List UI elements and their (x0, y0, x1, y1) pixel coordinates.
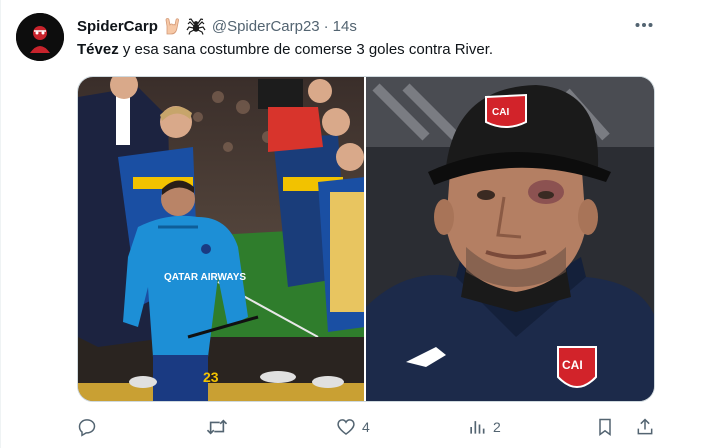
photo-boca-players[interactable]: 23 QATAR AIRWAYS (78, 77, 364, 401)
views-button[interactable]: 2 (467, 412, 501, 442)
display-name[interactable]: SpiderCarp (77, 18, 158, 35)
bookmark-icon (599, 418, 611, 436)
separator-dot: · (323, 17, 329, 35)
tweet-text-body: y esa sana costumbre de comerse 3 goles … (118, 41, 494, 58)
tweet-text-bold: Tévez (77, 41, 119, 58)
tweet-card[interactable]: SpiderCarp @SpiderCarp23 · 14s Tévez y e… (0, 0, 719, 448)
reply-icon (78, 419, 96, 437)
sponsor-text: QATAR AIRWAYS (164, 272, 246, 283)
retweet-icon (206, 419, 228, 435)
retweet-button[interactable] (206, 412, 234, 442)
media-grid: 23 QATAR AIRWAYS CAI CAI (77, 76, 655, 402)
jersey-number: 23 (203, 369, 219, 385)
more-options-button[interactable] (627, 12, 661, 38)
share-icon (637, 418, 653, 435)
avatar[interactable] (16, 13, 64, 61)
timestamp[interactable]: 14s (333, 18, 357, 35)
share-button[interactable] (635, 412, 655, 442)
like-button[interactable]: 4 (336, 412, 370, 442)
analytics-icon (470, 421, 485, 434)
cap-crest-text: CAI (492, 107, 509, 118)
user-handle[interactable]: @SpiderCarp23 (212, 18, 320, 35)
heart-icon (337, 419, 355, 436)
photo-tevez-independiente[interactable]: CAI CAI (366, 77, 654, 401)
more-icon (635, 23, 653, 27)
tweet-text: Tévez y esa sana costumbre de comerse 3 … (77, 40, 493, 60)
like-count: 4 (362, 419, 370, 435)
action-bar: 4 2 (77, 412, 661, 442)
spider-icon (186, 17, 206, 35)
jacket-crest-text: CAI (562, 358, 583, 372)
tweet-header: SpiderCarp @SpiderCarp23 · 14s (77, 16, 357, 36)
hand-rock-icon (162, 17, 182, 35)
reply-button[interactable] (77, 412, 103, 442)
bookmark-button[interactable] (595, 412, 615, 442)
views-count: 2 (493, 419, 501, 435)
